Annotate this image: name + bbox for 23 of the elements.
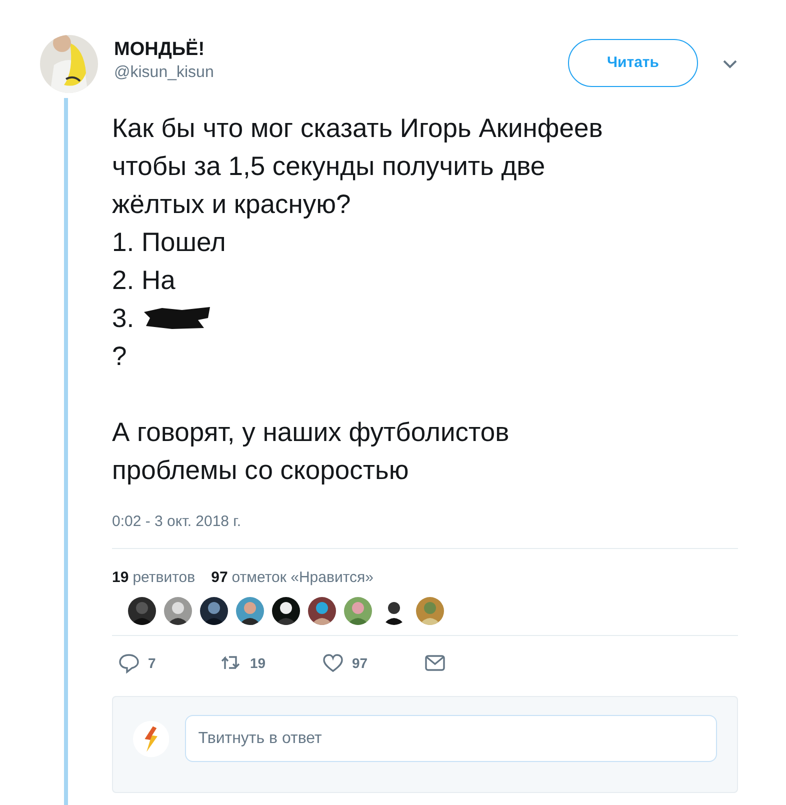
action-count[interactable]: 97 bbox=[352, 652, 368, 674]
reply-field[interactable]: Твитнуть в ответ bbox=[185, 715, 717, 762]
tweet-text: 3. bbox=[112, 302, 134, 335]
stat-label[interactable]: отметок «Нравится» bbox=[232, 566, 374, 589]
tweet-text: Как бы что мог сказать Игорь Акинфеев чтобы за 1,5 секунды получить две жёлтых и красную? bbox=[112, 112, 604, 221]
tweet-text: А говорят, у наших футболистов проблемы со скоростью bbox=[112, 416, 510, 487]
tweet-text: ? bbox=[112, 340, 127, 373]
tweet-text: 1. Пошел bbox=[112, 226, 226, 259]
tweet-text: 2. На bbox=[112, 264, 176, 297]
author-name[interactable]: МОНДЬЁ! bbox=[114, 39, 568, 61]
stat-count[interactable]: 97 bbox=[211, 566, 228, 589]
stat-label[interactable]: ретвитов bbox=[132, 566, 196, 589]
lightning-icon bbox=[133, 718, 170, 758]
author-handle[interactable]: @kisun_kisun bbox=[114, 61, 568, 85]
follow-button[interactable]: Читать bbox=[568, 39, 698, 87]
action-count[interactable]: 7 bbox=[148, 652, 156, 674]
timestamp[interactable]: 0:02 - 3 окт. 2018 г. bbox=[112, 511, 738, 534]
action-count[interactable]: 19 bbox=[250, 652, 266, 674]
stat-count[interactable]: 19 bbox=[112, 566, 129, 589]
heart-icon[interactable] bbox=[322, 652, 344, 674]
chevron-down-icon[interactable] bbox=[722, 59, 738, 69]
envelope-icon[interactable] bbox=[424, 652, 446, 674]
reply-icon[interactable] bbox=[118, 652, 140, 674]
